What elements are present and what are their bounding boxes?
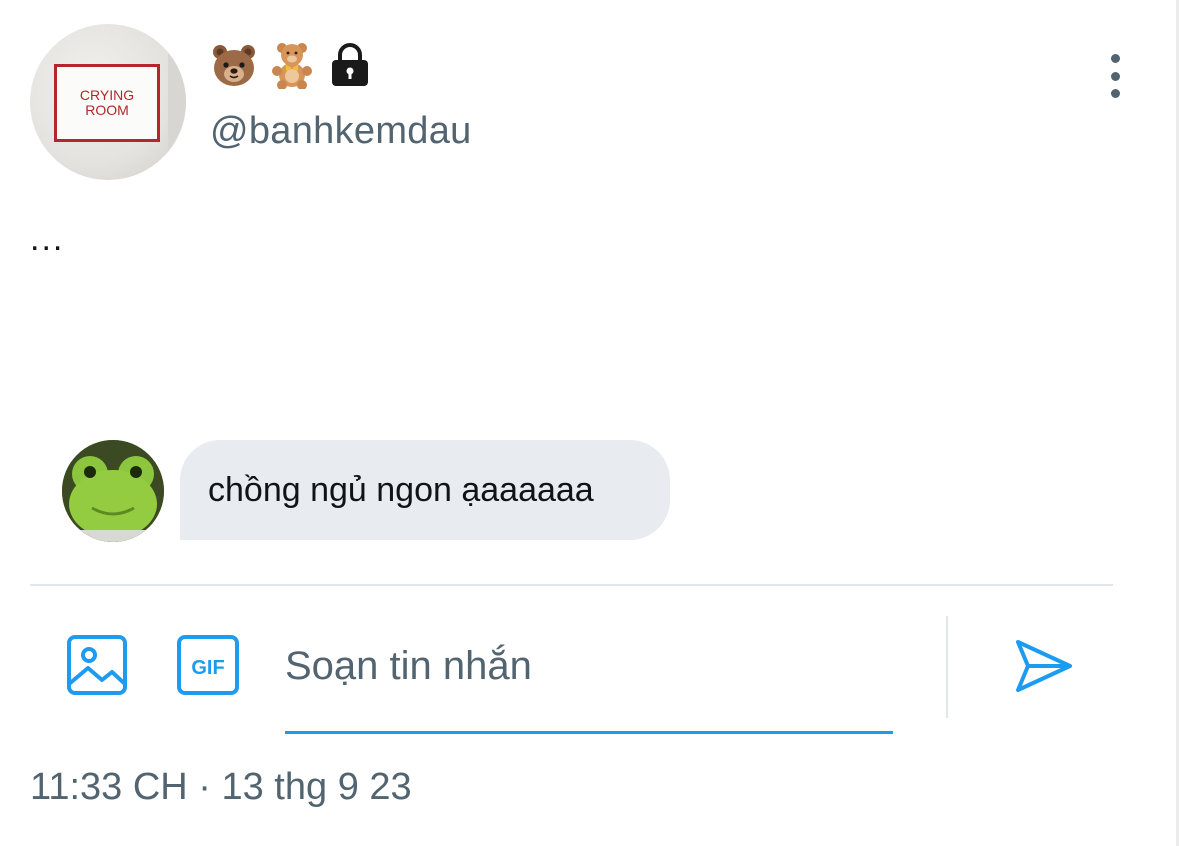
kebab-dot (1110, 89, 1120, 98)
sender-avatar[interactable] (62, 440, 164, 542)
profile-handle[interactable]: @banhkemdau (210, 110, 472, 153)
composer-divider (30, 584, 1113, 586)
send-icon[interactable] (1012, 636, 1074, 696)
composer-separator (946, 616, 948, 718)
message-bubble[interactable]: chồng ngủ ngon ạaaaaaa (180, 440, 670, 540)
profile-avatar[interactable]: CRYING ROOM (30, 24, 186, 180)
message-text: chồng ngủ ngon ạaaaaaa (208, 470, 594, 509)
message-timestamp: 11:33 CH · 13 thg 9 23 (30, 766, 412, 808)
teddy-bear-icon (272, 43, 312, 89)
gif-label: GIF (191, 657, 224, 679)
frog-plush-avatar (62, 440, 164, 542)
display-name (210, 40, 374, 90)
dm-conversation-view: CRYING ROOM @banhkemdau ... chồng ngủ ng… (0, 0, 1179, 846)
avatar-wall-shadow (168, 54, 186, 174)
avatar-sign: CRYING ROOM (54, 64, 160, 142)
lock-icon (332, 43, 368, 86)
avatar-sign-text: CRYING ROOM (79, 87, 135, 118)
image-icon[interactable] (66, 634, 128, 696)
kebab-dot (1110, 71, 1120, 81)
kebab-dot (1110, 54, 1120, 63)
more-options-icon[interactable] (1100, 54, 1130, 98)
gif-icon[interactable]: GIF (176, 634, 240, 696)
message-compose-input[interactable] (285, 636, 893, 696)
bear-face-icon (213, 45, 255, 86)
profile-bio: ... (30, 220, 65, 258)
compose-input-underline (285, 731, 893, 734)
